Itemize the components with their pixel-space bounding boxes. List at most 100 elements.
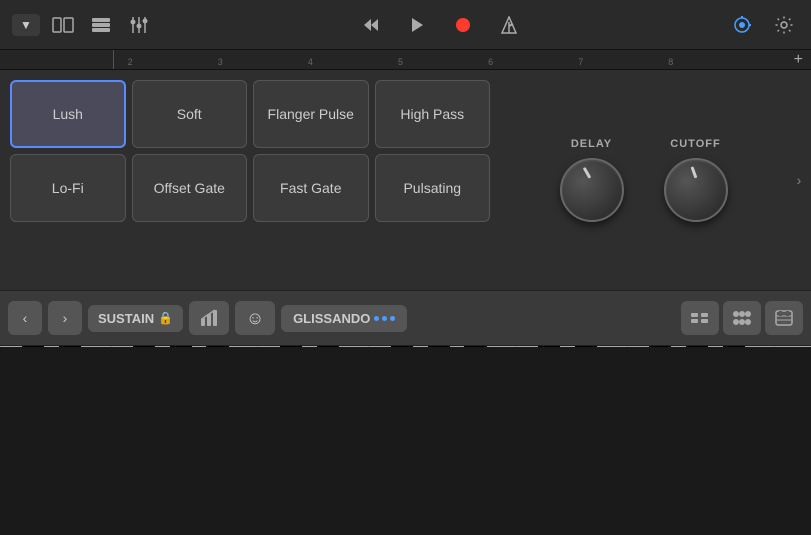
mixer-btn[interactable] [124,10,154,40]
tempo-button[interactable] [727,10,757,40]
add-track-button[interactable]: + [794,51,803,69]
nav-back-icon: ‹ [23,310,28,326]
cutoff-knob[interactable] [664,158,728,222]
dropdown-button[interactable]: ▼ [12,14,40,36]
black-key-0-3[interactable] [170,346,192,347]
arp-button[interactable] [189,301,229,335]
delay-knob-group: DELAY [560,138,624,222]
toolbar-left: ▼ [12,10,154,40]
toolbar-center [162,10,719,40]
white-key-21[interactable] [774,346,811,347]
main-area: Lush Soft Flanger Pulse High Pass Lo-Fi … [0,70,811,290]
preset-pulsating-label: Pulsating [403,180,461,196]
piano-area: Do3Do4 [0,346,811,347]
chevron-right-icon: › [797,172,802,188]
glissando-dots [374,316,395,321]
toolbar: ▼ [0,0,811,50]
preset-offset-gate-label: Offset Gate [154,180,225,196]
ruler-mark-8: 8 [668,57,673,67]
cutoff-label: CUTOFF [670,138,720,150]
preset-grid: Lush Soft Flanger Pulse High Pass Lo-Fi … [10,80,490,222]
notes-icon [690,310,710,326]
black-key-1-3[interactable] [428,346,450,347]
right-controls [681,301,803,335]
metronome-icon [501,16,517,34]
preset-high-pass[interactable]: High Pass [375,80,491,148]
ruler-mark-2: 2 [128,57,133,67]
record-button[interactable] [448,10,478,40]
nav-forward-icon: › [63,310,68,326]
rewind-icon [363,17,379,33]
expand-arrow-button[interactable]: › [787,110,811,250]
preset-lush-label: Lush [53,106,83,122]
ruler-mark-3: 3 [218,57,223,67]
metronome-button[interactable] [494,10,524,40]
preset-flanger-pulse-label: Flanger Pulse [268,106,354,122]
list-view-btn[interactable] [86,10,116,40]
black-key-2-2[interactable] [649,346,671,347]
rewind-button[interactable] [356,10,386,40]
black-key-1-1[interactable] [317,346,339,347]
dot-2 [382,316,387,321]
mixer-icon [130,17,148,33]
scale-button[interactable] [765,301,803,335]
preset-soft[interactable]: Soft [132,80,248,148]
knobs-panel: DELAY CUTOFF [500,70,787,290]
arp-icon [199,308,219,328]
glissando-button[interactable]: GLISSANDO [281,305,407,332]
black-key-1-4[interactable] [464,346,486,347]
settings-icon [775,16,793,34]
preset-panel: Lush Soft Flanger Pulse High Pass Lo-Fi … [0,70,500,290]
notes-view-button[interactable] [681,301,719,335]
track-view-icon [52,17,74,33]
black-key-0-0[interactable] [22,346,44,347]
preset-flanger-pulse[interactable]: Flanger Pulse [253,80,369,148]
preset-lo-fi[interactable]: Lo-Fi [10,154,126,222]
preset-fast-gate-label: Fast Gate [280,180,341,196]
chord-icon: ☺ [246,308,264,329]
nav-forward-button[interactable]: › [48,301,82,335]
chord-view-button[interactable] [723,301,761,335]
settings-button[interactable] [769,10,799,40]
play-icon [409,17,425,33]
black-key-0-2[interactable] [133,346,155,347]
toolbar-right [727,10,799,40]
sustain-label: SUSTAIN [98,311,154,326]
ruler-mark-4: 4 [308,57,313,67]
scale-icon [775,310,793,326]
black-key-2-3[interactable] [686,346,708,347]
preset-fast-gate[interactable]: Fast Gate [253,154,369,222]
piano-keys: Do3Do4 [0,346,811,347]
ruler-marks: 2 3 4 5 6 7 8 [60,50,811,69]
controls-bar: ‹ › SUSTAIN 🔒 ☺ GLISSANDO [0,290,811,346]
dropdown-icon: ▼ [20,18,32,32]
black-key-1-2[interactable] [391,346,413,347]
preset-lush[interactable]: Lush [10,80,126,148]
tempo-icon [733,16,751,34]
black-key-2-1[interactable] [575,346,597,347]
ruler: 2 3 4 5 6 7 8 + [0,50,811,70]
play-button[interactable] [402,10,432,40]
dot-1 [374,316,379,321]
track-view-btn[interactable] [48,10,78,40]
dot-3 [390,316,395,321]
black-key-2-4[interactable] [723,346,745,347]
preset-pulsating[interactable]: Pulsating [375,154,491,222]
preset-offset-gate[interactable]: Offset Gate [132,154,248,222]
cutoff-knob-group: CUTOFF [664,138,728,222]
preset-high-pass-label: High Pass [400,106,464,122]
black-key-0-4[interactable] [206,346,228,347]
nav-back-button[interactable]: ‹ [8,301,42,335]
chord-button[interactable]: ☺ [235,301,275,335]
chord-view-icon [732,310,752,326]
ruler-mark-6: 6 [488,57,493,67]
sustain-button[interactable]: SUSTAIN 🔒 [88,305,183,332]
ruler-mark-7: 7 [578,57,583,67]
black-key-2-0[interactable] [538,346,560,347]
list-view-icon [91,17,111,33]
black-key-0-1[interactable] [59,346,81,347]
delay-knob[interactable] [560,158,624,222]
black-key-1-0[interactable] [280,346,302,347]
glissando-label: GLISSANDO [293,311,370,326]
preset-lo-fi-label: Lo-Fi [52,180,84,196]
